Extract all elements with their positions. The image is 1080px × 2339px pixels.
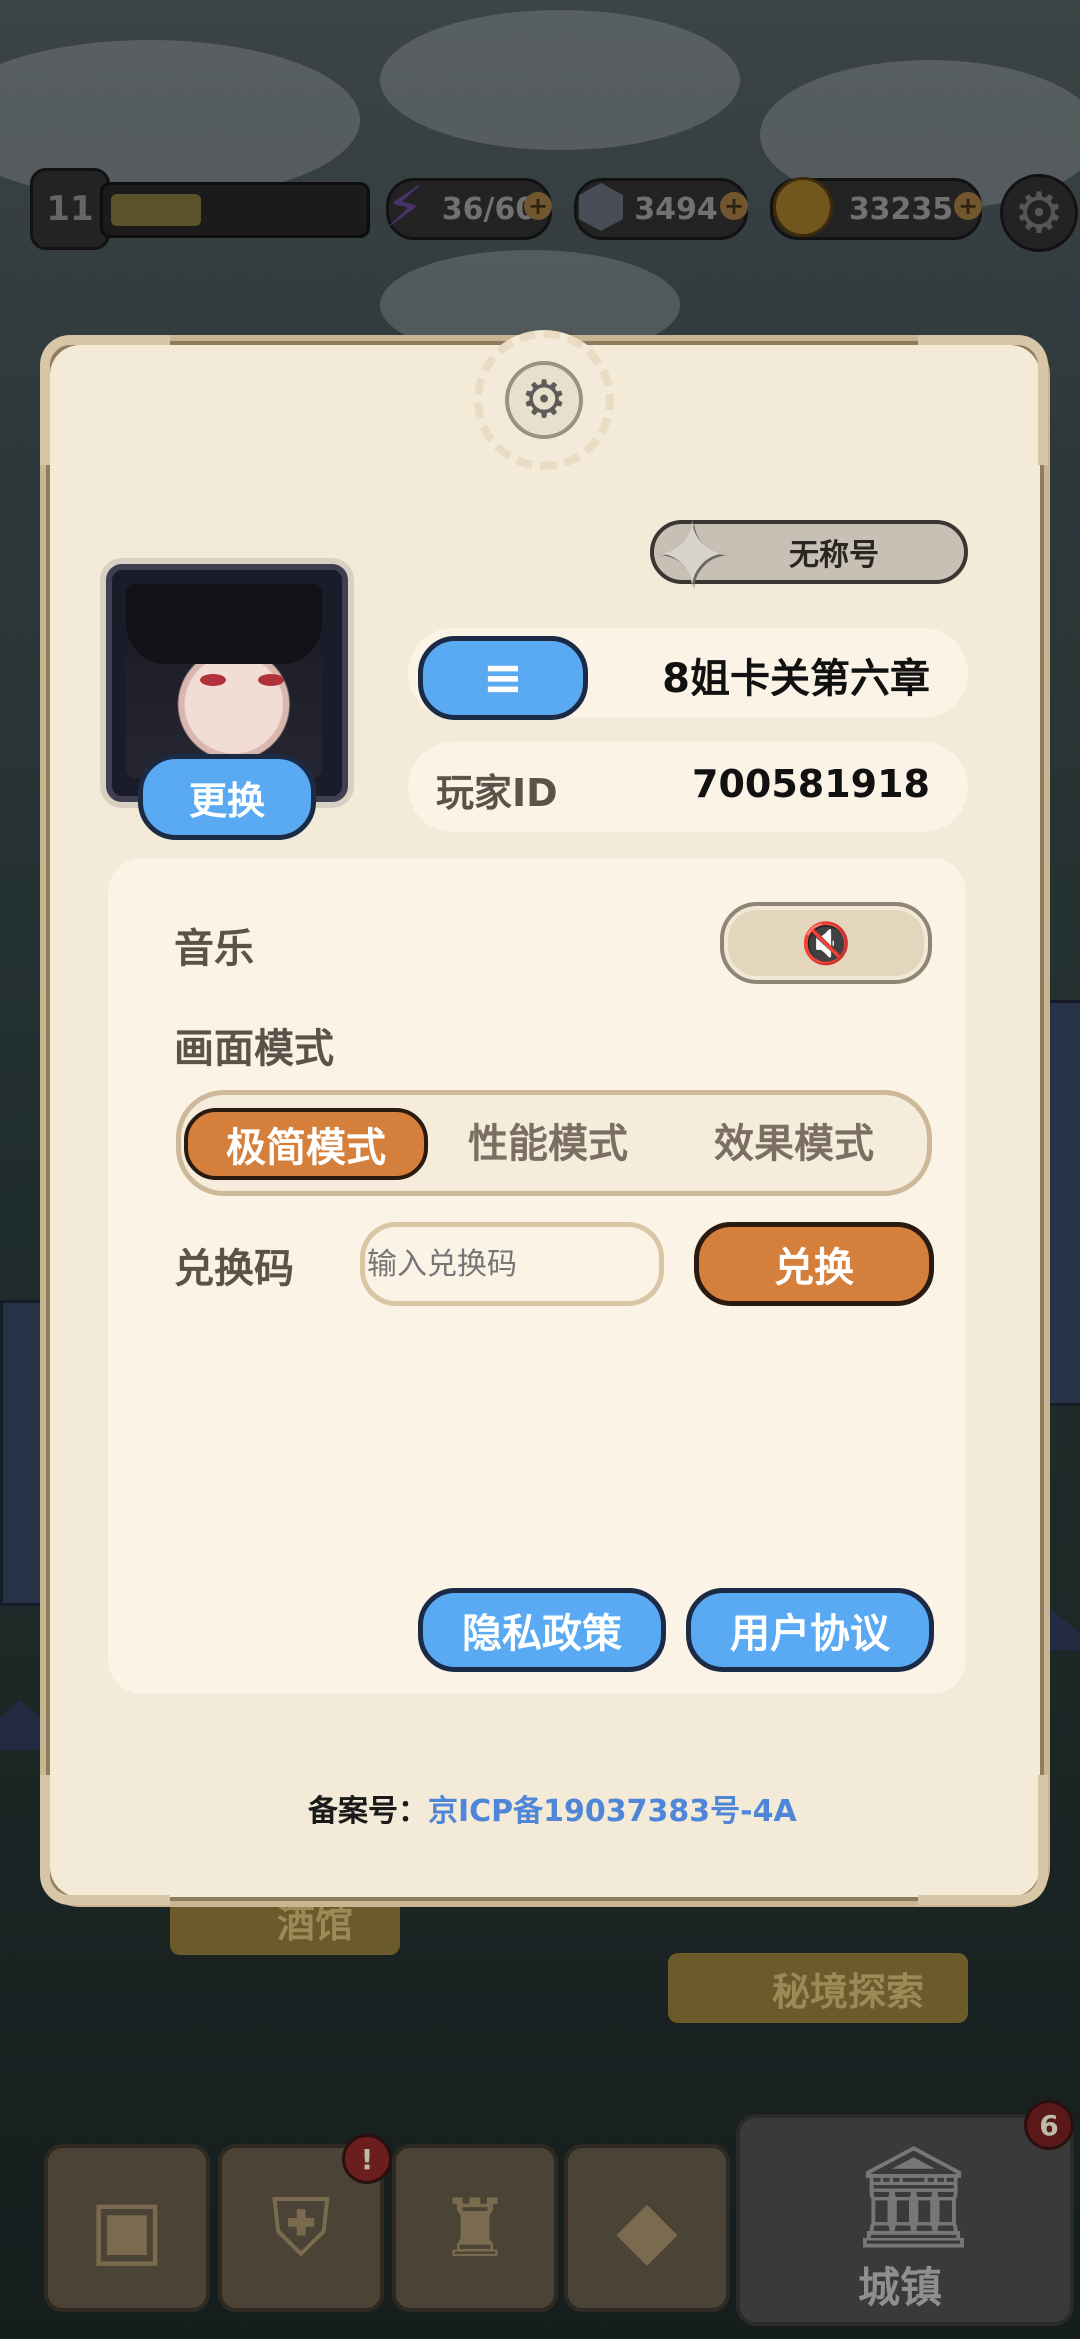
star-badge-icon: ✦ (653, 502, 731, 609)
title-badge-label: 无称号 (789, 538, 879, 573)
secret-realm-label: 秘境探索 (771, 1969, 924, 2014)
shield-sword-icon: ⛨ (271, 2181, 331, 2274)
name-card-icon[interactable]: ≡ (418, 636, 588, 720)
icp-number-link[interactable]: 京ICP备19037383号-4A (428, 1794, 797, 1829)
gear-icon: ⚙ (505, 361, 583, 439)
music-label: 音乐 (174, 926, 254, 972)
dock-inventory-button[interactable]: ▣ (44, 2144, 210, 2312)
settings-header-badge: ⚙ (474, 330, 614, 470)
privacy-policy-button[interactable]: 隐私政策 (418, 1588, 666, 1672)
music-toggle[interactable]: 🔇 (720, 902, 932, 984)
corner-ornament-tr (918, 335, 1048, 465)
armor-icon: ♜ (439, 2181, 511, 2275)
dice-icon: ◆ (616, 2181, 678, 2275)
corner-ornament-tl (40, 335, 170, 465)
dock-dice-button[interactable]: ◆ (564, 2144, 730, 2312)
town-label: 城镇 (858, 2263, 943, 2312)
speaker-muted-icon: 🔇 (801, 920, 851, 967)
corner-ornament-bl (40, 1775, 170, 1905)
chest-bag-icon: ▣ (89, 2181, 165, 2275)
town-alert-badge: 6 (1024, 2100, 1074, 2150)
icp-label: 备案号： (308, 1794, 428, 1829)
redeem-button[interactable]: 兑换 (694, 1222, 934, 1306)
mode-effects-option[interactable]: 效果模式 (676, 1108, 912, 1172)
player-id-value: 700581918 (692, 762, 930, 806)
change-avatar-button[interactable]: 更换 (138, 754, 316, 840)
heroes-alert-badge: ! (342, 2134, 392, 2184)
dock-equipment-button[interactable]: ♜ (392, 2144, 558, 2312)
display-mode-label: 画面模式 (174, 1026, 334, 1072)
redeem-code-input[interactable] (360, 1222, 664, 1306)
redeem-code-label: 兑换码 (174, 1246, 294, 1292)
icp-filing: 备案号：京ICP备19037383号-4A (308, 1786, 797, 1830)
town-hall-icon: 🏛 (850, 2138, 977, 2255)
secret-realm-banner[interactable]: 秘境探索 (668, 1953, 968, 2023)
dock-town-button[interactable]: 🏛 城镇 (736, 2114, 1074, 2326)
mode-minimal-option[interactable]: 极简模式 (184, 1108, 428, 1180)
corner-ornament-br (918, 1775, 1048, 1905)
player-id-label: 玩家ID (436, 771, 558, 815)
mode-performance-option[interactable]: 性能模式 (430, 1108, 666, 1172)
player-name: 8姐卡关第六章 (662, 656, 930, 702)
user-agreement-button[interactable]: 用户协议 (686, 1588, 934, 1672)
